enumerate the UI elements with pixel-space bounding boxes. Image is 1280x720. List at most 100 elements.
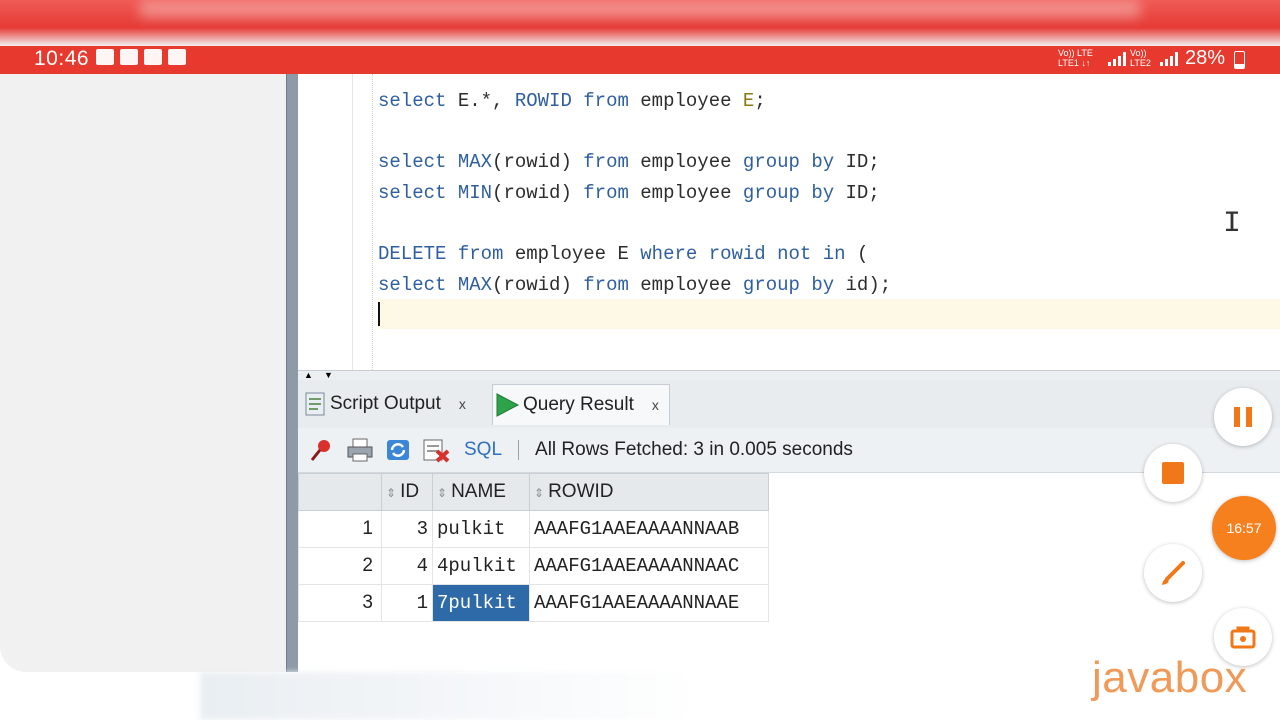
sql-text: (rowid) <box>492 182 584 205</box>
sql-text: ( <box>845 243 869 266</box>
row-number-header <box>298 473 382 511</box>
tab-query-result-label: Query Result <box>523 394 634 415</box>
cell-name[interactable]: pulkit <box>432 510 530 548</box>
cell-id[interactable]: 1 <box>381 584 433 622</box>
sort-icon: ⇕ <box>386 486 397 500</box>
sql-keyword: select <box>378 151 447 174</box>
table-row[interactable]: 3 1 7pulkit AAAFG1AAEAAAANNAAE <box>298 584 769 622</box>
signal-bars-2-icon <box>1160 52 1178 66</box>
left-side-panel <box>0 74 286 672</box>
collapse-down-icon[interactable]: ▼ <box>324 371 333 380</box>
pin-icon[interactable] <box>308 436 336 464</box>
print-icon[interactable] <box>346 436 374 464</box>
cell-rowid[interactable]: AAAFG1AAEAAAANNAAC <box>529 547 769 585</box>
toolbox-icon <box>1230 626 1256 649</box>
results-grid: ⇕ ID ⇕ NAME ⇕ ROWID 1 3 pulkit AAAFG1AAEAAA… <box>298 473 769 622</box>
sql-keyword: rowid <box>708 243 766 266</box>
table-row[interactable]: 2 4 4pulkit AAAFG1AAEAAAANNAAC <box>298 547 769 585</box>
gallery-icon <box>144 49 162 65</box>
video-record-icon <box>168 49 186 65</box>
javabox-watermark: javabox <box>1092 653 1248 702</box>
sql-keyword: DELETE <box>378 243 447 266</box>
sql-code[interactable]: select E.*, ROWID from employee E; selec… <box>378 86 891 301</box>
sql-keyword: group by <box>742 182 835 205</box>
code-line[interactable]: select MIN(rowid) from employee group by… <box>378 178 891 209</box>
close-tab-icon[interactable]: x <box>459 396 466 412</box>
sql-keyword: MAX <box>457 274 493 297</box>
code-line[interactable]: select MAX(rowid) from employee group by… <box>378 147 891 178</box>
column-header-name[interactable]: ⇕ NAME <box>432 473 530 511</box>
sql-editor[interactable]: select E.*, ROWID from employee E; selec… <box>298 74 1280 370</box>
sql-keyword: MAX <box>457 151 493 174</box>
code-line[interactable] <box>378 209 891 240</box>
refresh-icon[interactable] <box>384 436 412 464</box>
row-number[interactable]: 2 <box>298 547 382 585</box>
pause-recording-button[interactable] <box>1214 388 1272 446</box>
sql-alias: E <box>742 90 755 112</box>
column-header-rowid[interactable]: ⇕ ROWID <box>529 473 769 511</box>
sql-keyword: in <box>822 243 846 266</box>
recording-timer[interactable]: 16:57 <box>1212 496 1276 560</box>
sql-text: ; <box>754 90 766 112</box>
code-line[interactable] <box>378 117 891 148</box>
sql-text: ID; <box>834 151 880 174</box>
cell-name[interactable]: 4pulkit <box>432 547 530 585</box>
pause-icon <box>1234 407 1252 427</box>
cell-id[interactable]: 3 <box>381 510 433 548</box>
tab-script-output-label: Script Output <box>330 393 441 414</box>
sql-text: E.*, <box>446 90 515 112</box>
cell-rowid[interactable]: AAAFG1AAEAAAANNAAE <box>529 584 769 622</box>
cell-name-selected[interactable]: 7pulkit <box>432 584 530 622</box>
sql-text: employee <box>628 274 743 297</box>
row-number[interactable]: 1 <box>298 510 382 548</box>
results-toolbar: SQL All Rows Fetched: 3 in 0.005 seconds <box>298 428 1280 473</box>
table-row[interactable]: 1 3 pulkit AAAFG1AAEAAAANNAAB <box>298 510 769 548</box>
sql-keyword: from <box>583 274 629 297</box>
text-caret <box>378 302 380 326</box>
sql-keyword: from <box>457 243 504 266</box>
tab-script-output[interactable]: Script Output x <box>304 384 466 424</box>
cell-rowid[interactable]: AAAFG1AAEAAAANNAAB <box>529 510 769 548</box>
battery-percent: 28% <box>1185 47 1226 69</box>
close-tab-icon[interactable]: x <box>652 397 659 413</box>
current-line-highlight <box>378 299 1280 329</box>
tab-query-result[interactable]: Query Result x <box>492 384 670 425</box>
signal-bars-icon <box>1108 52 1126 66</box>
stop-recording-button[interactable] <box>1144 444 1202 502</box>
sql-text: (rowid) <box>492 151 584 174</box>
sort-icon: ⇕ <box>437 486 448 500</box>
draw-brush-button[interactable] <box>1144 544 1202 602</box>
column-header-id[interactable]: ⇕ ID <box>381 473 433 511</box>
sql-text: employee <box>628 151 743 174</box>
sql-keyword: ROWID <box>514 90 572 112</box>
results-tab-bar: Script Output x Query Result x <box>298 380 1280 429</box>
script-output-icon <box>305 392 325 416</box>
sql-keyword: MIN <box>457 182 493 205</box>
code-line[interactable]: select E.*, ROWID from employee E; <box>378 86 891 117</box>
cancel-sql-icon[interactable] <box>422 436 450 464</box>
code-line[interactable]: select MAX(rowid) from employee group by… <box>378 270 891 301</box>
recording-timer-label: 16:57 <box>1226 520 1262 536</box>
row-number[interactable]: 3 <box>298 584 382 622</box>
sql-text: ID; <box>834 182 880 205</box>
code-line[interactable]: DELETE from employee E where rowid not i… <box>378 239 891 270</box>
sql-text: employee <box>628 182 743 205</box>
sql-text: (rowid) <box>492 274 584 297</box>
bottom-blur-strip <box>0 672 1280 720</box>
cell-id[interactable]: 4 <box>381 547 433 585</box>
sql-button[interactable]: SQL <box>464 439 502 461</box>
sql-keyword: where <box>640 243 698 266</box>
sql-keyword: from <box>583 182 629 205</box>
sql-keyword: select <box>378 90 447 112</box>
sql-keyword: not <box>777 243 812 266</box>
sql-text: employee <box>628 90 743 112</box>
brush-icon <box>1162 561 1185 585</box>
expand-up-icon[interactable]: ▲ <box>304 371 313 380</box>
sql-keyword: group by <box>742 151 835 174</box>
